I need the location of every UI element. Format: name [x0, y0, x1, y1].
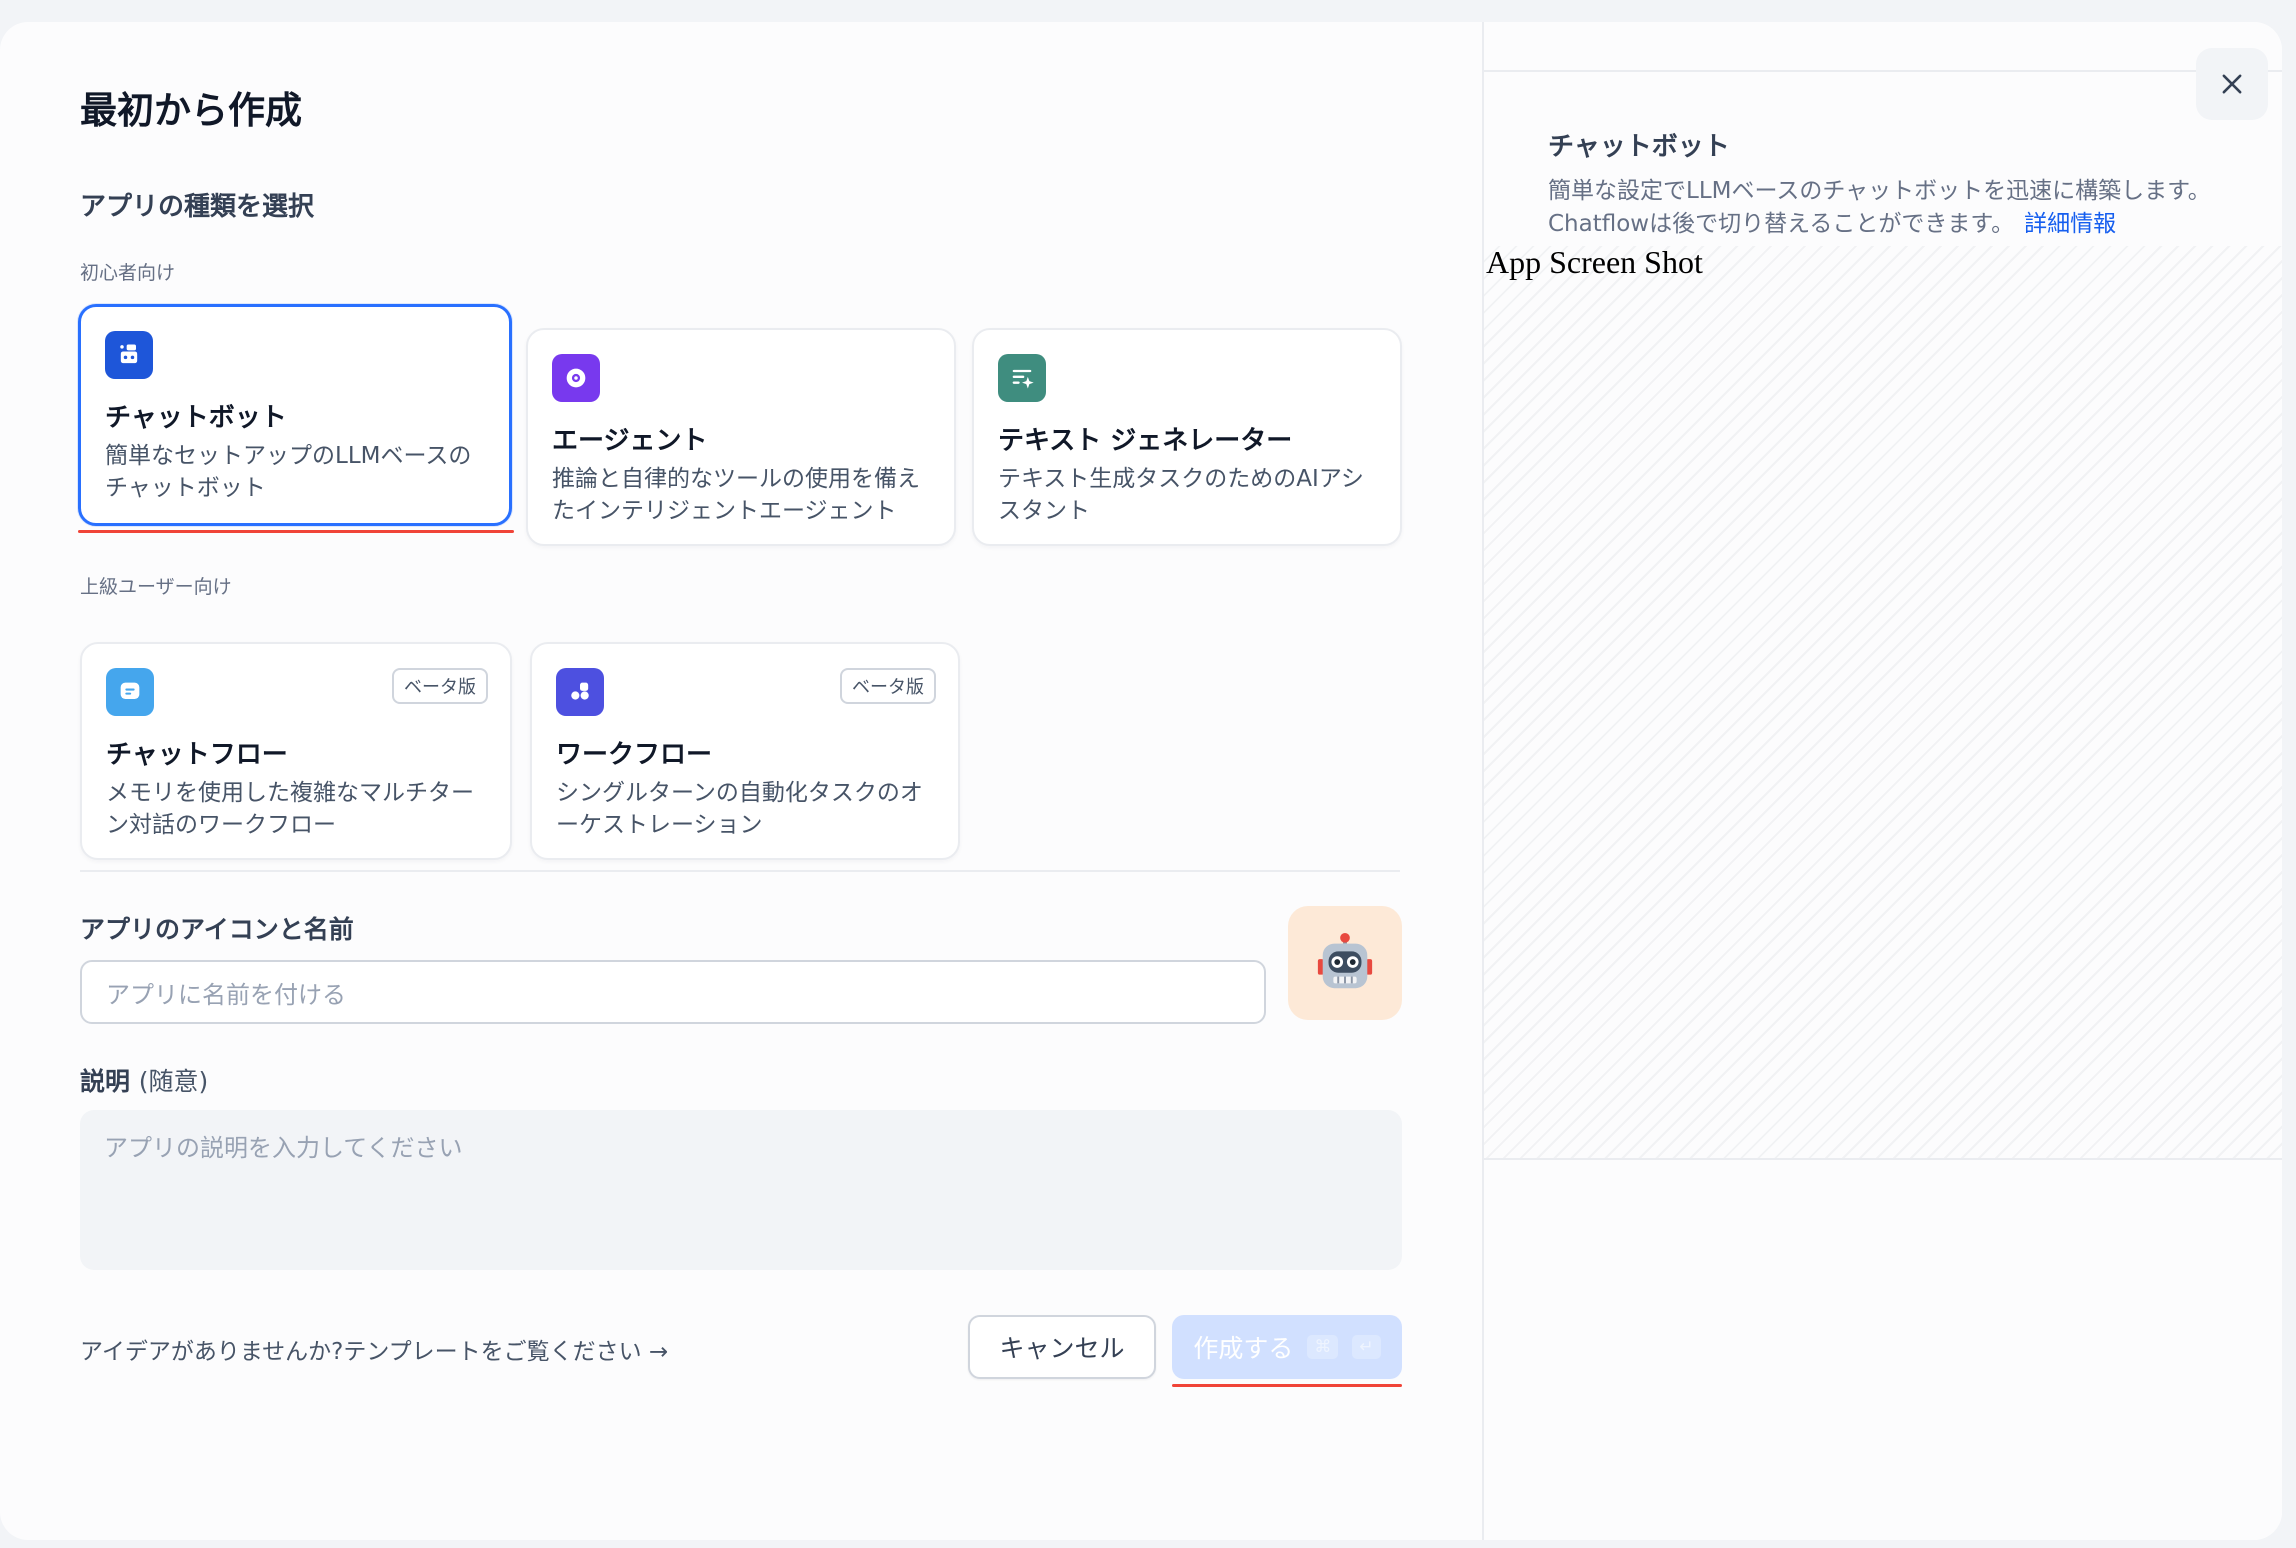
dialog-form-panel: 最初から作成 アプリの種類を選択 初心者向け チャットボット 簡単なセットアップ… [0, 22, 1482, 1540]
card-desc: テキスト生成タスクのためのAIアシスタント [998, 466, 1364, 524]
description-textarea[interactable]: アプリの説明を入力してください [80, 1110, 1402, 1270]
app-name-placeholder: アプリに名前を付ける [106, 980, 346, 1009]
app-type-card-text-generator[interactable]: テキスト ジェネレーター テキスト生成タスクのためのAIアシスタント [972, 328, 1402, 546]
agent-icon [552, 354, 600, 402]
card-name: チャットボット [105, 403, 287, 433]
annotation-underline [1172, 1384, 1402, 1387]
screenshot-label: App Screen Shot [1486, 244, 1703, 280]
preview-desc-line1: 簡単な設定でLLMベースのチャットボットを迅速に構築します。 [1548, 178, 2211, 204]
cmd-key-icon: ⌘ [1307, 1335, 1339, 1359]
card-name: ワークフロー [556, 740, 713, 770]
preview-description: 簡単な設定でLLMベースのチャットボットを迅速に構築します。 Chatflowは… [1548, 175, 2282, 241]
create-button[interactable]: 作成する ⌘ ↵ [1172, 1315, 1402, 1379]
advanced-group-label: 上級ユーザー向け [80, 576, 232, 598]
card-desc: 推論と自律的なツールの使用を備えたインテリジェントエージェント [552, 466, 920, 524]
beta-badge: ベータ版 [840, 668, 936, 704]
annotation-underline [78, 530, 514, 533]
beginner-group-label: 初心者向け [80, 262, 176, 284]
chat-bubble-icon [106, 668, 154, 716]
enter-key-icon: ↵ [1352, 1335, 1381, 1359]
app-type-card-agent[interactable]: エージェント 推論と自律的なツールの使用を備えたインテリジェントエージェント [526, 328, 956, 546]
app-name-input[interactable]: アプリに名前を付ける [80, 960, 1266, 1024]
card-desc: シングルターンの自動化タスクのオーケストレーション [556, 780, 923, 838]
app-name-label: アプリのアイコンと名前 [80, 915, 354, 944]
robot-icon [105, 331, 153, 379]
app-type-card-chatflow[interactable]: ベータ版 チャットフロー メモリを使用した複雑なマルチターン対話のワークフロー [80, 642, 512, 860]
card-name: チャットフロー [106, 740, 288, 770]
app-screenshot-placeholder [1484, 246, 2282, 1160]
description-label-text: 説明 [80, 1067, 131, 1096]
close-icon [2222, 74, 2242, 94]
preview-panel: チャットボット 簡単な設定でLLMベースのチャットボットを迅速に構築します。 C… [1482, 22, 2282, 1540]
preview-header: チャットボット 簡単な設定でLLMベースのチャットボットを迅速に構築します。 C… [1484, 70, 2282, 266]
card-name: テキスト ジェネレーター [998, 426, 1293, 456]
app-type-card-chatbot[interactable]: チャットボット 簡単なセットアップのLLMベースのチャットボット [78, 304, 512, 526]
create-app-dialog: 最初から作成 アプリの種類を選択 初心者向け チャットボット 簡単なセットアップ… [0, 22, 2282, 1540]
robot-emoji-icon [1317, 932, 1373, 989]
text-sparkle-icon [998, 354, 1046, 402]
cancel-button[interactable]: キャンセル [968, 1315, 1156, 1379]
workflow-icon [556, 668, 604, 716]
card-name: エージェント [552, 426, 708, 456]
close-button[interactable] [2196, 48, 2268, 120]
preview-title: チャットボット [1548, 132, 1730, 162]
learn-more-link[interactable]: 詳細情報 [2024, 211, 2116, 237]
app-icon-picker[interactable] [1288, 906, 1402, 1020]
description-label: 説明 (随意) [80, 1062, 208, 1098]
app-type-section-title: アプリの種類を選択 [80, 192, 315, 222]
optional-marker: (随意) [138, 1067, 209, 1096]
card-desc: メモリを使用した複雑なマルチターン対話のワークフロー [106, 780, 474, 838]
section-divider [80, 870, 1400, 872]
browse-templates-link[interactable]: アイデアがありませんか?テンプレートをご覧ください → [80, 1332, 668, 1366]
create-button-label: 作成する [1193, 1334, 1294, 1363]
description-placeholder: アプリの説明を入力してください [104, 1134, 463, 1162]
app-type-card-workflow[interactable]: ベータ版 ワークフロー シングルターンの自動化タスクのオーケストレーション [530, 642, 960, 860]
card-desc: 簡単なセットアップのLLMベースのチャットボット [105, 443, 472, 501]
preview-desc-line2: Chatflowは後で切り替えることができます。 [1548, 211, 2015, 237]
beta-badge: ベータ版 [392, 668, 488, 704]
dialog-title: 最初から作成 [80, 89, 302, 132]
